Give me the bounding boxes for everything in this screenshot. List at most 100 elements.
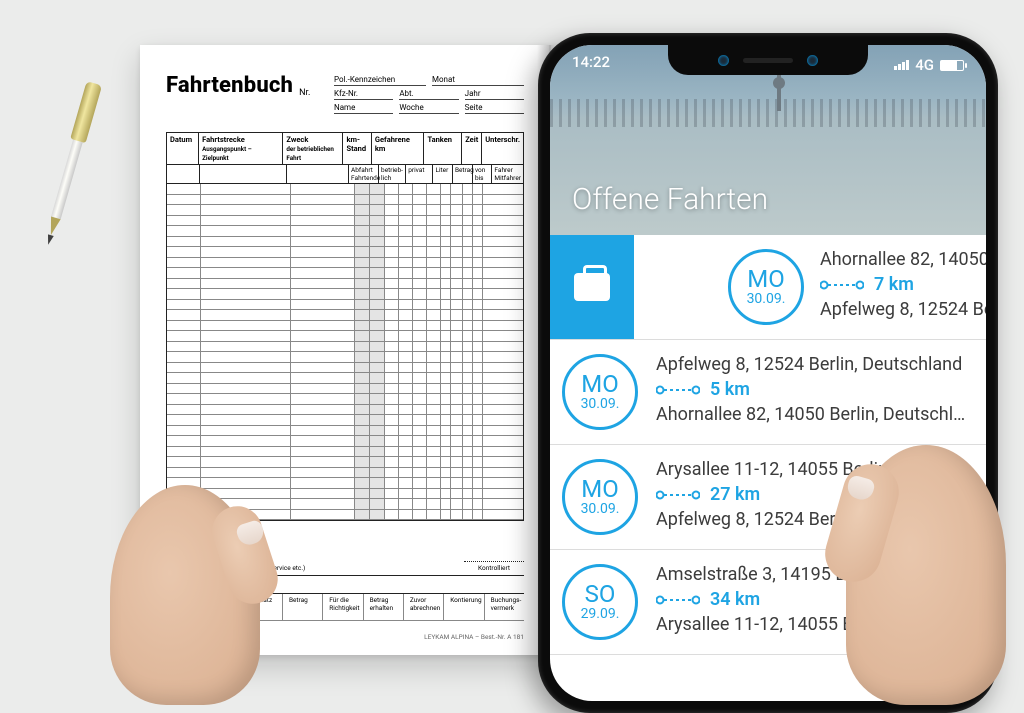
col-unt-sub: Fahrer Mitfahrer bbox=[492, 165, 523, 183]
screen-title: Offene Fahrten bbox=[572, 182, 768, 217]
table-row bbox=[167, 342, 523, 353]
table-row bbox=[167, 447, 523, 458]
table-row bbox=[167, 405, 523, 416]
trip-day: MO bbox=[747, 267, 784, 291]
signal-icon bbox=[894, 60, 909, 70]
col-unterschr: Unterschr. bbox=[482, 133, 523, 164]
phone-notch bbox=[668, 45, 868, 75]
table-row bbox=[167, 436, 523, 447]
abr-col: Zuvor abrechnen bbox=[408, 594, 444, 620]
trip-from: Ahornallee 82, 14050 Berlin bbox=[820, 249, 986, 270]
table-row bbox=[167, 184, 523, 195]
kontrolliert-label: Kontrolliert bbox=[464, 561, 524, 572]
col-zweck: Zweckder betrieblichen Fahrt bbox=[283, 133, 343, 164]
table-row bbox=[167, 331, 523, 342]
trip-date: 30.09. bbox=[581, 396, 620, 412]
sensor-icon bbox=[807, 55, 818, 66]
table-row bbox=[167, 247, 523, 258]
trip-date-circle: SO29.09. bbox=[562, 564, 638, 640]
trip-item[interactable]: MO30.09.Apfelweg 8, 12524 Berlin, Deutsc… bbox=[550, 340, 986, 445]
meta-abt: Abt. bbox=[399, 89, 458, 100]
abr-col: Betrag bbox=[287, 594, 323, 620]
trip-info: Ahornallee 82, 14050 Berlin 7 km Apfelweg … bbox=[814, 235, 986, 339]
meta-woche: Woche bbox=[399, 103, 458, 114]
briefcase-icon bbox=[574, 273, 610, 301]
trip-to: Apfelweg 8, 12524 Berlin bbox=[820, 299, 986, 320]
table-row bbox=[167, 373, 523, 384]
table-row bbox=[167, 279, 523, 290]
footer-right: LEYKAM ALPINA – Best.-Nr. A 181 bbox=[424, 633, 524, 641]
table-row bbox=[167, 384, 523, 395]
table-row bbox=[167, 363, 523, 374]
table-row bbox=[167, 457, 523, 468]
table-row bbox=[167, 258, 523, 269]
trip-distance: 7 km bbox=[874, 274, 914, 295]
abr-col: Kontierung bbox=[448, 594, 484, 620]
table-row bbox=[167, 426, 523, 437]
col-fahrtstrecke: FahrtstreckeAusgangspunkt – Zielpunkt bbox=[199, 133, 283, 164]
table-row bbox=[167, 415, 523, 426]
abr-col: Für die Richtigkeit bbox=[327, 594, 363, 620]
trip-distance: 34 km bbox=[710, 589, 760, 610]
trip-date-circle: MO30.09. bbox=[728, 249, 804, 325]
col-gef-sub2: privat bbox=[406, 165, 433, 183]
trip-date-circle: MO30.09. bbox=[562, 459, 638, 535]
table-row bbox=[167, 195, 523, 206]
right-hand bbox=[846, 445, 1006, 705]
nr-label: Nr. bbox=[299, 88, 310, 98]
col-gef-sub1: betrieb-lich bbox=[379, 165, 406, 183]
trip-day: MO bbox=[581, 372, 618, 396]
trip-date: 30.09. bbox=[747, 291, 786, 307]
table-row bbox=[167, 310, 523, 321]
trip-item[interactable]: MO30.09.Ahornallee 82, 14050 Berlin7 kmA… bbox=[550, 235, 986, 340]
trip-date: 29.09. bbox=[581, 606, 620, 622]
table-row bbox=[167, 468, 523, 479]
logbook-table: Datum FahrtstreckeAusgangspunkt – Zielpu… bbox=[166, 132, 524, 521]
table-row bbox=[167, 237, 523, 248]
abr-col: Betrag erhalten bbox=[368, 594, 404, 620]
col-kmstand-sub: Abfahrt Fahrtende bbox=[349, 165, 379, 183]
abr-col: Buchungs-vermerk bbox=[489, 594, 524, 620]
table-row bbox=[167, 268, 523, 279]
meta-seite: Seite bbox=[465, 103, 524, 114]
col-datum: Datum bbox=[167, 133, 199, 164]
battery-icon bbox=[940, 60, 964, 71]
logbook-title: Fahrtenbuch bbox=[166, 73, 293, 98]
route-icon bbox=[656, 594, 700, 606]
trip-from: Apfelweg 8, 12524 Berlin, Deutschland bbox=[656, 354, 970, 375]
speaker-icon bbox=[743, 58, 793, 63]
trip-day: MO bbox=[581, 477, 618, 501]
col-kmstand: km-Stand bbox=[343, 133, 371, 164]
skyline-decoration bbox=[550, 99, 986, 127]
table-row bbox=[167, 226, 523, 237]
meta-kfz: Kfz-Nr. bbox=[334, 89, 393, 100]
table-row bbox=[167, 216, 523, 227]
table-row bbox=[167, 321, 523, 332]
col-zeit: Zeit bbox=[462, 133, 482, 164]
network-label: 4G bbox=[915, 56, 934, 74]
trip-distance: 27 km bbox=[710, 484, 760, 505]
col-zeit-sub: von bis bbox=[473, 165, 492, 183]
trip-info: Apfelweg 8, 12524 Berlin, Deutschland 5 k… bbox=[650, 340, 986, 444]
meta-jahr: Jahr bbox=[465, 89, 524, 100]
trip-type-badge bbox=[550, 235, 634, 339]
trip-to: Ahornallee 82, 14050 Berlin, Deutschland bbox=[656, 404, 970, 425]
route-icon bbox=[656, 489, 700, 501]
route-icon bbox=[656, 384, 700, 396]
meta-monat: Monat bbox=[432, 75, 524, 86]
pen bbox=[39, 81, 103, 249]
trip-distance: 5 km bbox=[710, 379, 750, 400]
trip-date-circle: MO30.09. bbox=[562, 354, 638, 430]
left-hand bbox=[110, 485, 260, 705]
front-camera-icon bbox=[718, 55, 729, 66]
trip-date: 30.09. bbox=[581, 501, 620, 517]
col-tanken: Tanken bbox=[424, 133, 462, 164]
table-row bbox=[167, 394, 523, 405]
trip-day: SO bbox=[585, 582, 616, 606]
col-tank-sub2: Betrag bbox=[453, 165, 473, 183]
route-icon bbox=[820, 279, 864, 291]
meta-name: Name bbox=[334, 103, 393, 114]
col-gefahrene: Gefahrene km bbox=[372, 133, 425, 164]
table-row bbox=[167, 352, 523, 363]
status-time: 14:22 bbox=[572, 53, 610, 77]
